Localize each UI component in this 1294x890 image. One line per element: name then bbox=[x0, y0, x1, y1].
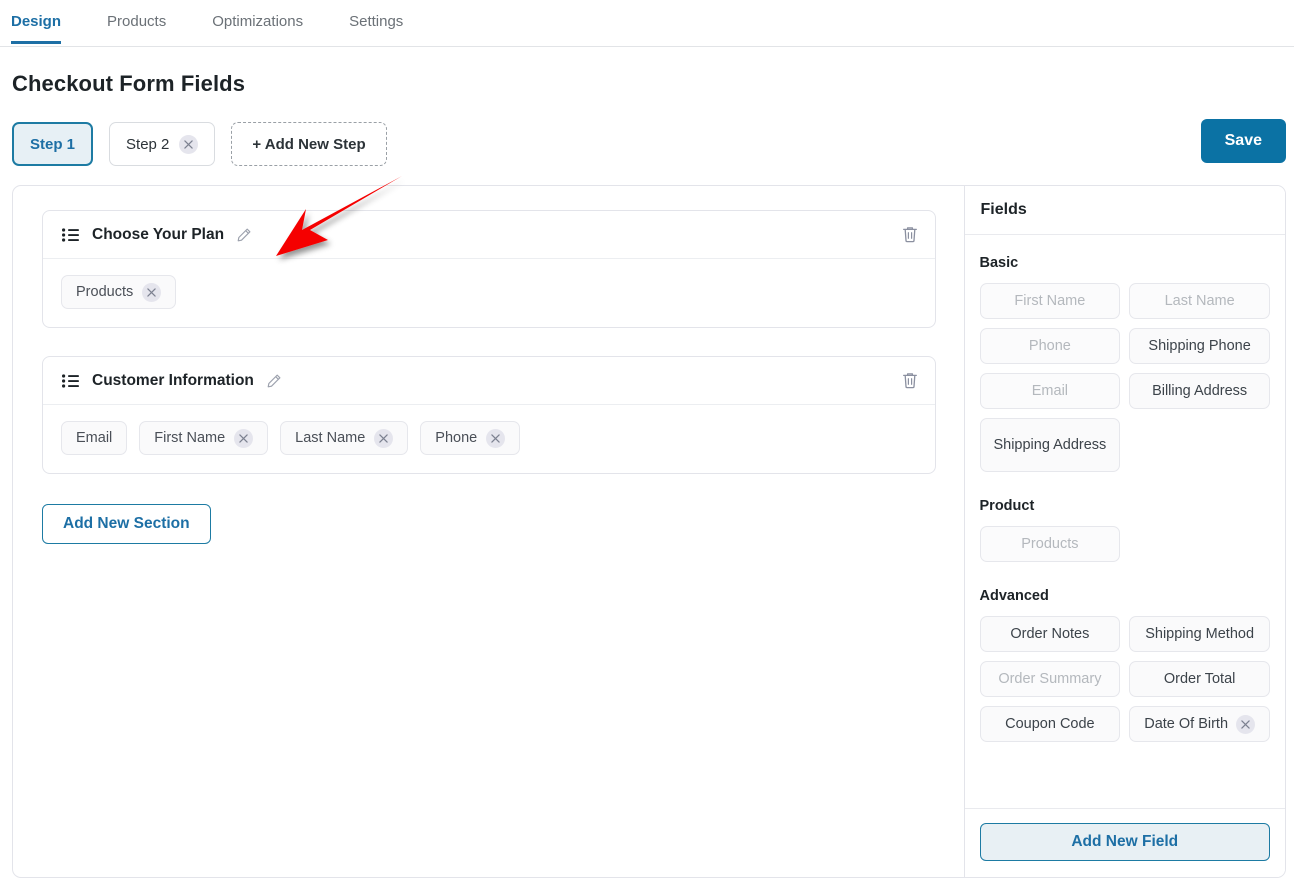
edit-pencil-icon[interactable] bbox=[266, 373, 282, 389]
edit-pencil-icon[interactable] bbox=[236, 227, 252, 243]
palette-group: Product Products bbox=[979, 498, 1270, 562]
step-tab-label: Step 2 bbox=[126, 135, 170, 153]
section-header: Choose Your Plan bbox=[43, 211, 935, 259]
palette-group-grid: Order Notes Shipping Method Order Summary O… bbox=[979, 616, 1270, 742]
field-chip[interactable]: Last Name bbox=[280, 421, 409, 455]
palette-group-label: Advanced bbox=[979, 588, 1049, 604]
nav-tab-optimizations[interactable]: Optimizations bbox=[212, 0, 325, 44]
field-chip[interactable]: Phone bbox=[420, 421, 521, 455]
palette-field-label: Order Notes bbox=[1010, 625, 1090, 642]
field-chip-label: Last Name bbox=[295, 430, 366, 446]
remove-field-icon[interactable] bbox=[374, 428, 394, 448]
palette-field-item: Phone bbox=[979, 328, 1121, 364]
step-tab-2[interactable]: Step 2 bbox=[109, 122, 216, 166]
palette-field-label: Shipping Phone bbox=[1148, 337, 1251, 354]
nav-tab-design[interactable]: Design bbox=[11, 0, 83, 44]
remove-field-icon[interactable] bbox=[234, 428, 254, 448]
step-tab-bar: Step 1 Step 2 + Add New Step Save bbox=[0, 97, 1294, 169]
section-title: Customer Information bbox=[92, 371, 254, 389]
palette-field-item[interactable]: Billing Address bbox=[1129, 373, 1270, 409]
remove-step-2-icon[interactable] bbox=[179, 134, 199, 154]
drag-handle-list-icon[interactable] bbox=[62, 373, 79, 388]
add-new-step-button[interactable]: + Add New Step bbox=[231, 122, 387, 166]
fields-panel: Fields Basic First Name Last Name Phone Ship… bbox=[963, 186, 1285, 877]
palette-group: Advanced Order Notes Shipping Method Order … bbox=[979, 588, 1270, 742]
form-builder-workspace: Choose Your Plan Products Customer Infor… bbox=[12, 185, 1286, 878]
palette-field-label: Order Summary bbox=[998, 670, 1102, 687]
add-new-field-button[interactable]: Add New Field bbox=[979, 823, 1270, 861]
section-title: Choose Your Plan bbox=[92, 225, 225, 243]
form-canvas: Choose Your Plan Products Customer Infor… bbox=[13, 186, 964, 877]
field-chip-label: Email bbox=[76, 430, 113, 446]
section-fields: Email First Name Last Name Phone bbox=[43, 405, 935, 473]
palette-group: Basic First Name Last Name Phone Shipping Ph… bbox=[979, 255, 1270, 472]
palette-field-label: Email bbox=[1031, 382, 1069, 399]
palette-field-label: Phone bbox=[1028, 337, 1071, 354]
drag-handle-list-icon[interactable] bbox=[62, 227, 79, 242]
section-header: Customer Information bbox=[43, 357, 935, 405]
palette-field-label: First Name bbox=[1014, 292, 1086, 309]
palette-group-grid: Products bbox=[979, 526, 1270, 562]
remove-field-icon[interactable] bbox=[486, 428, 506, 448]
nav-tab-products[interactable]: Products bbox=[107, 0, 188, 44]
palette-field-item[interactable]: Order Notes bbox=[979, 616, 1121, 652]
field-chip[interactable]: Products bbox=[61, 275, 177, 309]
palette-field-item[interactable]: Coupon Code bbox=[979, 706, 1121, 742]
palette-field-item: Email bbox=[979, 373, 1121, 409]
palette-field-label: Products bbox=[1021, 535, 1079, 552]
field-chip[interactable]: First Name bbox=[139, 421, 269, 455]
delete-section-trash-icon[interactable] bbox=[901, 225, 919, 244]
palette-field-label: Billing Address bbox=[1152, 382, 1248, 399]
add-new-section-button[interactable]: Add New Section bbox=[42, 504, 211, 544]
palette-field-label: Shipping Address bbox=[993, 436, 1107, 453]
field-chip[interactable]: Email bbox=[61, 421, 128, 455]
step-tab-label: Step 1 bbox=[30, 135, 76, 153]
palette-field-item: Last Name bbox=[1129, 283, 1270, 319]
save-button[interactable]: Save bbox=[1200, 119, 1286, 163]
palette-field-item: Products bbox=[979, 526, 1121, 562]
step-tab-1[interactable]: Step 1 bbox=[12, 122, 94, 166]
palette-field-item[interactable]: Date Of Birth bbox=[1129, 706, 1270, 742]
delete-section-trash-icon[interactable] bbox=[901, 371, 919, 390]
field-chip-label: Phone bbox=[435, 430, 478, 446]
palette-group-label: Basic bbox=[979, 255, 1019, 271]
fields-panel-footer: Add New Field bbox=[964, 808, 1285, 877]
field-chip-label: First Name bbox=[154, 430, 226, 446]
palette-field-item[interactable]: Shipping Method bbox=[1129, 616, 1270, 652]
palette-group-label: Product bbox=[979, 498, 1035, 514]
section-card: Choose Your Plan Products bbox=[42, 210, 936, 328]
palette-group-grid: First Name Last Name Phone Shipping Phone Em… bbox=[979, 283, 1270, 472]
remove-field-icon[interactable] bbox=[142, 282, 162, 302]
field-chip-label: Products bbox=[76, 284, 134, 300]
palette-field-item[interactable]: Order Total bbox=[1129, 661, 1270, 697]
page-title: Checkout Form Fields bbox=[12, 71, 246, 96]
palette-field-item: First Name bbox=[979, 283, 1121, 319]
palette-field-label: Last Name bbox=[1164, 292, 1235, 309]
section-fields: Products bbox=[43, 259, 935, 327]
fields-panel-title: Fields bbox=[964, 186, 1285, 235]
palette-field-label: Date Of Birth bbox=[1144, 715, 1229, 732]
palette-field-item[interactable]: Shipping Phone bbox=[1129, 328, 1270, 364]
primary-nav: Design Products Optimizations Settings bbox=[0, 0, 1294, 47]
palette-field-label: Coupon Code bbox=[1005, 715, 1095, 732]
palette-field-item[interactable]: Shipping Address bbox=[979, 418, 1121, 472]
palette-field-item: Order Summary bbox=[979, 661, 1121, 697]
fields-palette: Basic First Name Last Name Phone Shipping Ph… bbox=[965, 235, 1285, 808]
remove-custom-field-icon[interactable] bbox=[1236, 714, 1256, 734]
palette-field-label: Shipping Method bbox=[1145, 625, 1255, 642]
nav-tab-settings[interactable]: Settings bbox=[349, 0, 425, 44]
section-card: Customer Information Email First Name Las… bbox=[42, 356, 936, 474]
palette-field-label: Order Total bbox=[1163, 670, 1236, 687]
